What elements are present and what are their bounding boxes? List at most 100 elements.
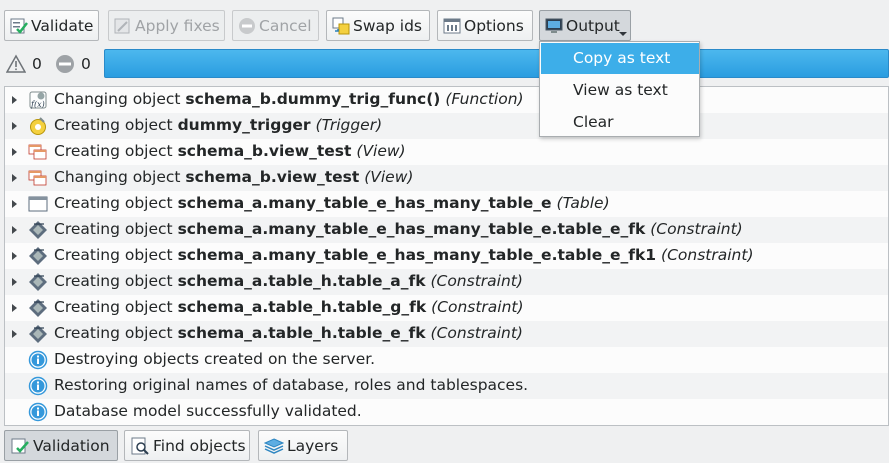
row-object-type: (Constraint) bbox=[430, 324, 523, 342]
warning-count: 0 bbox=[32, 55, 42, 73]
error-counter: 0 bbox=[55, 54, 91, 74]
function-icon: f(x) bbox=[29, 91, 47, 109]
error-count: 0 bbox=[81, 55, 91, 73]
swap-ids-icon bbox=[332, 17, 350, 34]
error-icon bbox=[56, 55, 74, 73]
tab-validation[interactable]: Validation bbox=[4, 430, 118, 461]
menu-item-clear[interactable]: Clear bbox=[541, 107, 699, 138]
tree-row[interactable]: Creating object schema_a.many_table_e_ha… bbox=[5, 191, 888, 217]
expand-arrow-icon[interactable] bbox=[12, 148, 17, 156]
output-label: Output bbox=[566, 16, 620, 35]
row-text: Creating object schema_b.view_test (View… bbox=[54, 142, 406, 160]
validate-label: Validate bbox=[31, 16, 94, 35]
constraint-icon bbox=[29, 325, 47, 343]
row-text: Creating object schema_a.table_h.table_g… bbox=[54, 298, 524, 316]
validation-results-tree[interactable]: f(x) Changing object schema_b.dummy_trig_… bbox=[4, 86, 889, 426]
chevron-down-icon bbox=[619, 32, 627, 36]
row-action: Creating object bbox=[54, 220, 173, 238]
row-object-name: schema_b.view_test bbox=[177, 142, 352, 160]
tab-validation-label: Validation bbox=[33, 436, 110, 455]
row-object-name: schema_a.table_h.table_e_fk bbox=[177, 324, 426, 342]
row-object-type: (Constraint) bbox=[431, 298, 524, 316]
monitor-icon bbox=[545, 18, 563, 33]
find-icon bbox=[131, 437, 149, 455]
validate-button[interactable]: Validate bbox=[4, 10, 99, 41]
row-object-type: (View) bbox=[364, 168, 414, 186]
row-object-type: (Constraint) bbox=[430, 272, 523, 290]
tab-layers[interactable]: Layers bbox=[258, 430, 348, 461]
validate-icon bbox=[10, 18, 28, 34]
cancel-button[interactable]: Cancel bbox=[232, 10, 319, 41]
options-icon bbox=[443, 18, 461, 33]
row-object-name: schema_a.many_table_e_has_many_table_e bbox=[177, 194, 552, 212]
row-object-name: schema_a.table_h.table_g_fk bbox=[177, 298, 427, 316]
info-icon bbox=[28, 350, 48, 370]
svg-text:f(x): f(x) bbox=[30, 100, 45, 109]
swap-ids-label: Swap ids bbox=[353, 16, 423, 35]
validation-progress-bar bbox=[104, 49, 889, 78]
warning-counter: 0 bbox=[6, 54, 42, 74]
validate-icon bbox=[11, 438, 29, 453]
tree-row[interactable]: f(x) Changing object schema_b.dummy_trig_… bbox=[5, 87, 888, 113]
tree-row-message[interactable]: Destroying objects created on the server… bbox=[5, 347, 888, 373]
constraint-icon bbox=[29, 247, 47, 265]
expand-arrow-icon[interactable] bbox=[12, 252, 17, 260]
tree-row[interactable]: Creating object schema_b.view_test (View… bbox=[5, 139, 888, 165]
tree-row[interactable]: Creating object schema_a.table_h.table_a… bbox=[5, 269, 888, 295]
constraint-icon bbox=[29, 299, 47, 317]
tree-row[interactable]: Creating object schema_a.table_h.table_e… bbox=[5, 321, 888, 347]
tree-row[interactable]: Creating object dummy_trigger (Trigger) bbox=[5, 113, 888, 139]
row-text: Creating object schema_a.table_h.table_a… bbox=[54, 272, 523, 290]
tree-row[interactable]: Creating object schema_a.many_table_e_ha… bbox=[5, 217, 888, 243]
message-text: Database model successfully validated. bbox=[54, 402, 362, 420]
swap-ids-button[interactable]: Swap ids bbox=[326, 10, 430, 41]
tree-row[interactable]: Changing object schema_b.view_test (View… bbox=[5, 165, 888, 191]
tab-layers-label: Layers bbox=[287, 436, 339, 455]
options-label: Options bbox=[464, 16, 524, 35]
menu-item-copy-as-text[interactable]: Copy as text bbox=[541, 43, 699, 74]
output-button[interactable]: Output bbox=[539, 10, 631, 41]
row-text: Creating object schema_a.table_h.table_e… bbox=[54, 324, 523, 342]
row-object-name: schema_a.many_table_e_has_many_table_e.t… bbox=[177, 246, 657, 264]
menu-item-view-as-text[interactable]: View as text bbox=[541, 75, 699, 106]
row-object-name: schema_a.many_table_e_has_many_table_e.t… bbox=[177, 220, 646, 238]
expand-arrow-icon[interactable] bbox=[12, 200, 17, 208]
row-action: Creating object bbox=[54, 142, 173, 160]
row-text: Changing object schema_b.view_test (View… bbox=[54, 168, 413, 186]
tree-row-message[interactable]: Database model successfully validated. bbox=[5, 399, 888, 425]
options-button[interactable]: Options bbox=[437, 10, 533, 41]
expand-arrow-icon[interactable] bbox=[12, 330, 17, 338]
cancel-label: Cancel bbox=[259, 16, 312, 35]
validation-toolbar: Validate Apply fixes Cancel Swap ids Opt… bbox=[0, 0, 889, 44]
row-object-type: (View) bbox=[356, 142, 406, 160]
expand-arrow-icon[interactable] bbox=[12, 304, 17, 312]
row-text: Creating object schema_a.many_table_e_ha… bbox=[54, 246, 754, 264]
expand-arrow-icon[interactable] bbox=[12, 278, 17, 286]
layers-icon bbox=[264, 437, 284, 454]
row-action: Changing object bbox=[54, 90, 181, 108]
row-action: Creating object bbox=[54, 194, 173, 212]
tree-row-message[interactable]: Restoring original names of database, ro… bbox=[5, 373, 888, 399]
expand-arrow-icon[interactable] bbox=[12, 122, 17, 130]
tree-row[interactable]: Creating object schema_a.many_table_e_ha… bbox=[5, 243, 888, 269]
expand-arrow-icon[interactable] bbox=[12, 226, 17, 234]
trigger-icon bbox=[30, 117, 46, 135]
row-text: Creating object schema_a.many_table_e_ha… bbox=[54, 220, 743, 238]
cancel-icon bbox=[239, 17, 255, 34]
apply-fixes-button[interactable]: Apply fixes bbox=[108, 10, 225, 41]
row-text: Creating object schema_a.many_table_e_ha… bbox=[54, 194, 610, 212]
info-icon bbox=[28, 376, 48, 396]
view-icon bbox=[28, 170, 47, 186]
row-object-type: (Constraint) bbox=[650, 220, 743, 238]
constraint-icon bbox=[29, 273, 47, 291]
tree-row[interactable]: Creating object schema_a.table_h.table_g… bbox=[5, 295, 888, 321]
row-object-name: schema_b.view_test bbox=[185, 168, 360, 186]
tab-find-objects-label: Find objects bbox=[153, 436, 246, 455]
row-action: Creating object bbox=[54, 324, 173, 342]
expand-arrow-icon[interactable] bbox=[12, 96, 17, 104]
row-text: Creating object dummy_trigger (Trigger) bbox=[54, 116, 382, 134]
tab-find-objects[interactable]: Find objects bbox=[124, 430, 250, 461]
row-action: Creating object bbox=[54, 246, 173, 264]
view-icon bbox=[28, 144, 47, 160]
expand-arrow-icon[interactable] bbox=[12, 174, 17, 182]
